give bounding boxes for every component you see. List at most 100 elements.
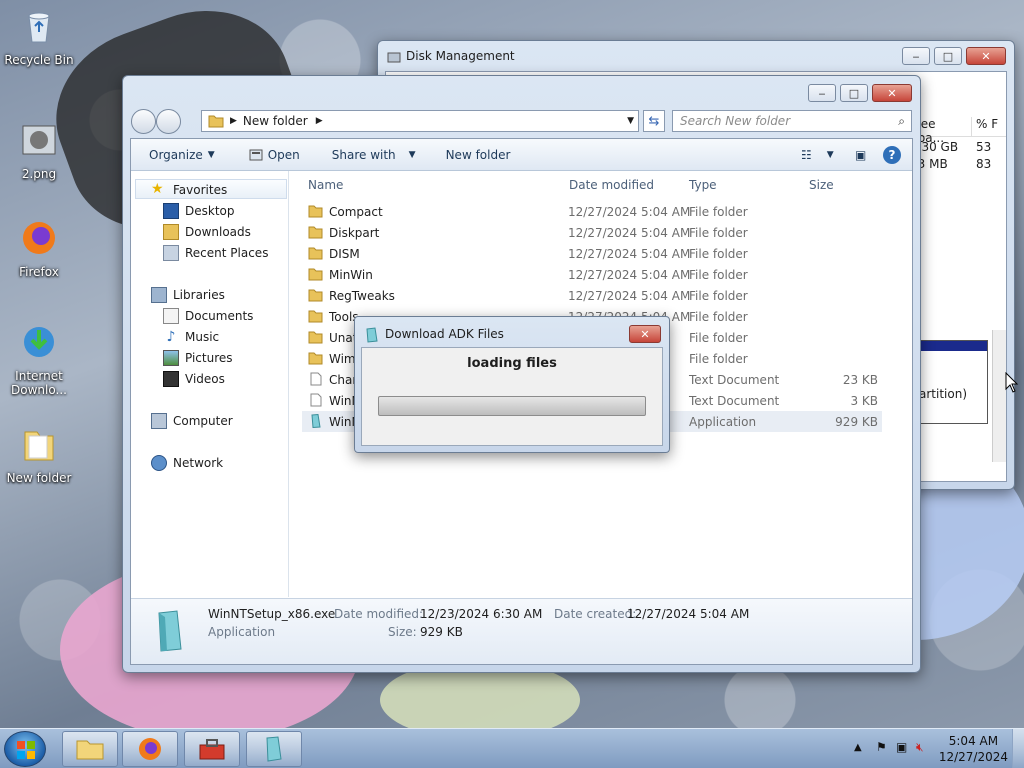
nav-documents[interactable]: Documents — [163, 308, 253, 324]
nav-computer[interactable]: Computer — [151, 413, 233, 429]
file-size: 929 KB — [835, 414, 878, 429]
desktop-icon-internet-download-manager[interactable]: Internet Downlo... — [1, 322, 77, 397]
nav-videos[interactable]: Videos — [163, 371, 225, 387]
chevron-down-icon: ▼ — [207, 149, 215, 160]
nav-downloads[interactable]: Downloads — [163, 224, 251, 240]
organize-button[interactable]: Organize ▼ — [131, 148, 225, 162]
open-button[interactable]: Open — [239, 148, 310, 162]
new-folder-button[interactable]: New folder — [436, 148, 521, 162]
maximize-button[interactable]: □ — [840, 84, 868, 102]
vertical-scrollbar[interactable] — [992, 330, 1006, 462]
file-row[interactable]: RegTweaks 12/27/2024 5:04 AM File folder — [302, 285, 882, 306]
nav-desktop[interactable]: Desktop — [163, 203, 235, 219]
action-center-flag-icon[interactable]: ⚑ — [876, 740, 887, 754]
taskbar-explorer-button[interactable] — [62, 731, 118, 767]
organize-label: Organize — [149, 147, 203, 162]
detail-size-label: Size: — [388, 625, 417, 639]
desktop-icon-firefox[interactable]: Firefox — [1, 218, 77, 279]
close-button[interactable]: ✕ — [872, 84, 912, 102]
file-name: Compact — [329, 204, 383, 219]
show-desktop-button[interactable] — [1012, 729, 1024, 768]
refresh-button[interactable]: ⇆ — [643, 110, 665, 132]
breadcrumb-item[interactable]: New folder — [243, 114, 308, 128]
back-button[interactable] — [131, 108, 156, 134]
nav-libraries[interactable]: Libraries — [151, 287, 225, 303]
column-header-percent-free[interactable]: % F — [972, 117, 998, 136]
nav-pictures[interactable]: Pictures — [163, 350, 233, 366]
nav-network[interactable]: Network — [151, 455, 223, 471]
taskbar-winntsetup-button[interactable] — [246, 731, 302, 767]
close-button[interactable]: ✕ — [966, 47, 1006, 65]
column-header-size[interactable]: Size — [809, 178, 834, 192]
nav-label: Computer — [173, 414, 233, 428]
file-row[interactable]: MinWin 12/27/2024 5:04 AM File folder — [302, 264, 882, 285]
folder-icon — [308, 352, 323, 365]
file-type: File folder — [689, 309, 748, 324]
file-type: File folder — [689, 225, 748, 240]
minimize-button[interactable]: ‒ — [902, 47, 930, 65]
search-input[interactable]: Search New folder ⌕ — [672, 110, 912, 132]
search-icon[interactable]: ⌕ — [898, 114, 905, 129]
preview-pane-button[interactable]: ▣ — [845, 148, 876, 162]
nav-label: Desktop — [185, 204, 235, 218]
breadcrumb-separator-icon: ▶ — [230, 116, 237, 126]
table-row[interactable]: 5.30 GB 53 — [906, 140, 1006, 157]
start-button[interactable] — [4, 731, 46, 767]
application-icon — [158, 610, 182, 652]
partition-block[interactable]: artition) — [916, 340, 988, 424]
nav-label: Libraries — [173, 288, 225, 302]
desktop-icon-2png[interactable]: 2.png — [1, 120, 77, 181]
preview-pane-icon: ▣ — [855, 147, 867, 162]
detail-size: 929 KB — [420, 625, 463, 639]
percent-free-cell: 53 — [976, 140, 992, 154]
forward-button[interactable] — [156, 108, 181, 134]
network-tray-icon[interactable]: ▣ — [896, 740, 907, 754]
address-dropdown-icon[interactable]: ▼ — [627, 116, 634, 126]
taskbar-firefox-button[interactable] — [122, 731, 178, 767]
downloads-icon — [163, 224, 179, 240]
show-hidden-icons-icon[interactable]: ▲ — [854, 742, 862, 753]
minimize-button[interactable]: ‒ — [808, 84, 836, 102]
desktop-icon-new-folder[interactable]: New folder — [1, 424, 77, 485]
file-size: 3 KB — [850, 393, 878, 408]
taskbar-toolbox-button[interactable] — [184, 731, 240, 767]
file-row[interactable]: Compact 12/27/2024 5:04 AM File folder — [302, 201, 882, 222]
desktop-icon-label: 2.png — [21, 167, 57, 181]
nav-music[interactable]: ♪ Music — [163, 329, 220, 345]
column-header-date-modified[interactable]: Date modified — [569, 178, 654, 192]
nav-favorites[interactable]: ★ Favorites — [151, 182, 227, 198]
close-button[interactable]: ✕ — [629, 325, 661, 343]
image-file-icon — [22, 125, 56, 155]
file-type: Text Document — [689, 393, 780, 408]
command-bar: Organize ▼ Open Share with ▼ New folder … — [131, 139, 912, 171]
file-type: Text Document — [689, 372, 780, 387]
breadcrumb-separator-icon[interactable]: ▶ — [316, 116, 323, 126]
address-bar[interactable]: ▶ New folder ▶ ▼ — [201, 110, 639, 132]
file-date-modified: 12/27/2024 5:04 AM — [568, 225, 691, 240]
desktop-icon-label: Firefox — [19, 265, 59, 279]
download-adk-dialog[interactable]: Download ADK Files ✕ loading files — [354, 316, 670, 453]
share-with-button[interactable]: Share with ▼ — [322, 148, 426, 162]
nav-label: Recent Places — [185, 246, 269, 260]
nav-label: Pictures — [185, 351, 233, 365]
column-header-type[interactable]: Type — [689, 178, 717, 192]
file-row[interactable]: DISM 12/27/2024 5:04 AM File folder — [302, 243, 882, 264]
text-document-icon — [310, 372, 322, 386]
desktop-icon-recycle-bin[interactable]: Recycle Bin — [1, 6, 77, 67]
table-row[interactable]: 83 MB 83 — [906, 157, 1006, 174]
nav-recent-places[interactable]: Recent Places — [163, 245, 268, 261]
partition-label: artition) — [919, 387, 967, 401]
folder-icon — [24, 431, 54, 461]
clock[interactable]: 5:04 AM 12/27/2024 — [939, 733, 1008, 765]
folder-icon — [76, 740, 104, 760]
view-options-button[interactable]: ☷ ▼ — [791, 148, 844, 162]
maximize-button[interactable]: □ — [934, 47, 962, 65]
recycle-bin-icon — [28, 12, 50, 43]
system-tray: ▲ ⚑ ▣ 🔇︎ 5:04 AM 12/27/2024 — [844, 729, 1024, 768]
volume-muted-icon[interactable]: 🔇︎ — [916, 740, 924, 755]
file-row[interactable]: Diskpart 12/27/2024 5:04 AM File folder — [302, 222, 882, 243]
folder-icon — [308, 268, 323, 281]
help-icon[interactable]: ? — [883, 145, 901, 164]
column-header-name[interactable]: Name — [308, 178, 343, 192]
documents-icon — [163, 308, 179, 324]
